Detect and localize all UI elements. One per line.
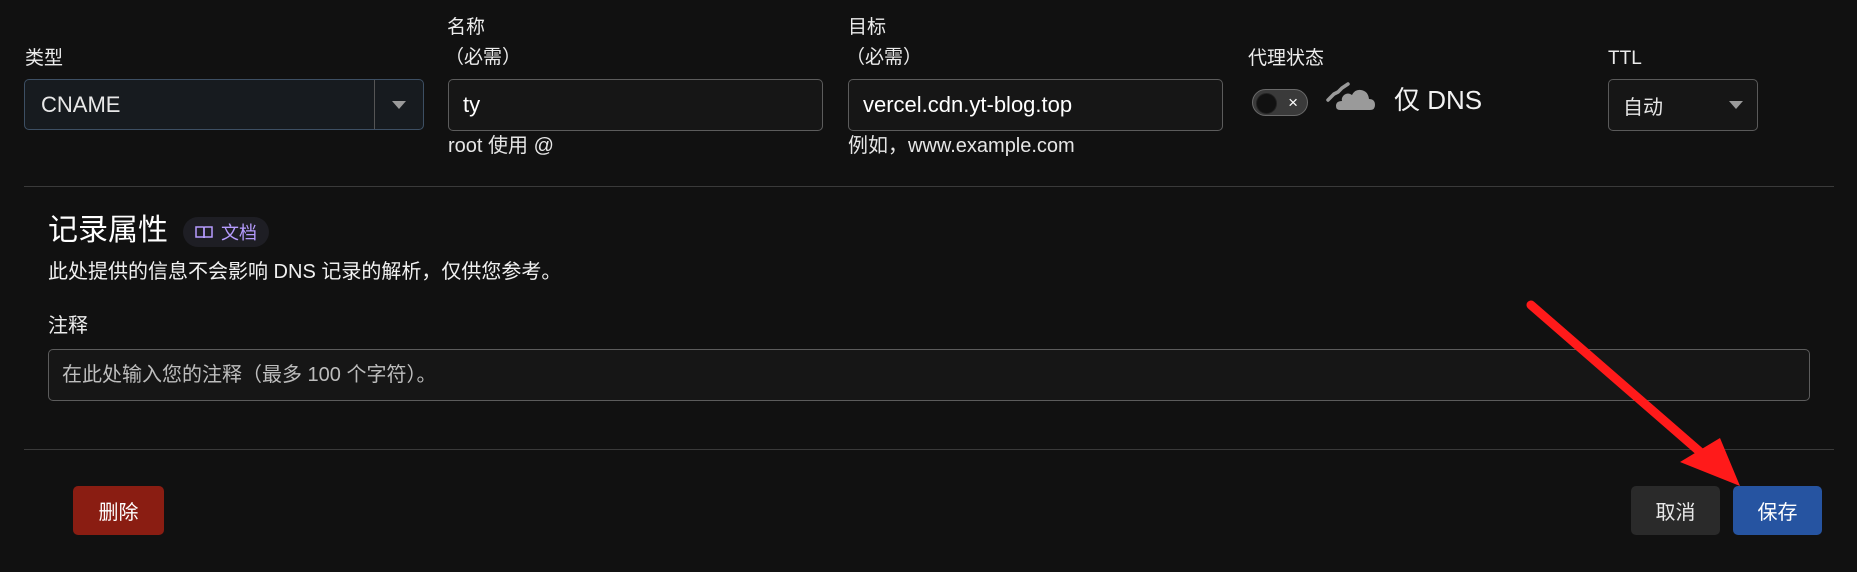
proxy-status-label: 代理状态	[1248, 48, 1325, 69]
type-select-value: CNAME	[41, 91, 121, 117]
docs-link[interactable]: 文档	[183, 217, 269, 247]
dns-only-cloud-icon	[1326, 82, 1375, 110]
chevron-down-icon	[1729, 101, 1743, 109]
divider-bottom	[24, 449, 1834, 450]
target-label: 目标	[848, 17, 887, 38]
proxy-toggle[interactable]: ×	[1252, 89, 1308, 116]
type-select[interactable]: CNAME	[24, 79, 424, 130]
record-attributes-title: 记录属性	[48, 214, 168, 247]
record-attributes-description: 此处提供的信息不会影响 DNS 记录的解析，仅供您参考。	[48, 261, 562, 283]
toggle-knob	[1256, 93, 1277, 114]
target-required-note: （必需）	[846, 47, 923, 68]
target-field[interactable]	[848, 79, 1223, 131]
close-icon: ×	[1288, 93, 1298, 112]
cancel-button[interactable]: 取消	[1631, 486, 1720, 535]
type-label: 类型	[25, 48, 64, 69]
name-required-note: （必需）	[445, 47, 522, 68]
delete-button[interactable]: 删除	[73, 486, 164, 535]
name-field[interactable]	[448, 79, 823, 131]
chevron-down-icon	[392, 100, 406, 109]
ttl-select-value: 自动	[1623, 96, 1663, 119]
divider-top	[24, 186, 1834, 187]
type-select-toggle[interactable]	[374, 80, 423, 129]
target-hint: 例如，www.example.com	[848, 135, 1075, 157]
book-icon	[195, 226, 213, 239]
save-button[interactable]: 保存	[1733, 486, 1822, 535]
proxy-status-text: 仅 DNS	[1394, 85, 1483, 115]
docs-link-label: 文档	[221, 223, 257, 243]
ttl-label: TTL	[1608, 48, 1642, 69]
comment-input[interactable]	[62, 363, 1795, 387]
dns-record-edit-panel: 类型 CNAME 名称 （必需） root 使用 @ 目标 （必需） 例如，ww…	[0, 0, 1857, 572]
name-hint: root 使用 @	[448, 135, 554, 157]
ttl-select[interactable]: 自动	[1608, 79, 1758, 131]
name-label: 名称	[447, 17, 486, 38]
comment-field[interactable]	[48, 349, 1810, 401]
name-input[interactable]	[463, 92, 808, 118]
comment-label: 注释	[48, 315, 88, 337]
target-input[interactable]	[863, 92, 1208, 118]
